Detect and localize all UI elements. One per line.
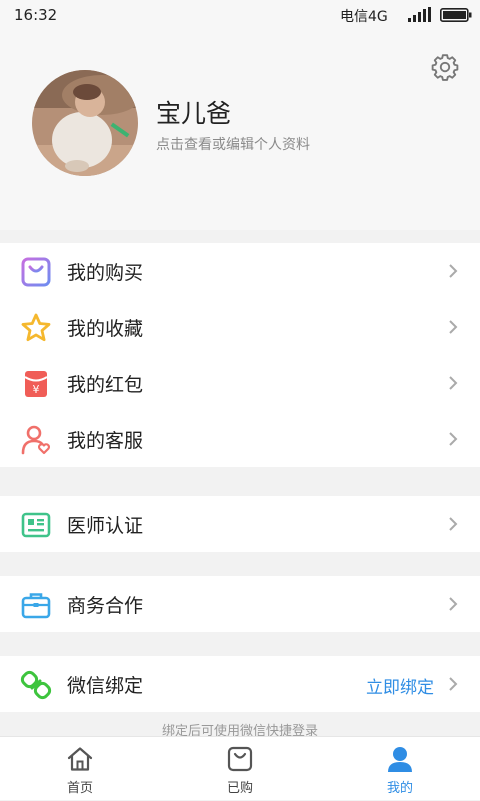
customer-service-icon [21, 425, 51, 455]
chevron-right-icon [449, 677, 458, 691]
menu-item-label: 微信绑定 [67, 675, 144, 697]
chevron-right-icon [449, 517, 458, 531]
footer-note: 绑定后可使用微信快捷登录 [161, 724, 318, 736]
menu-item-label: 我的红包 [67, 374, 144, 396]
menu-item-favorites[interactable]: 我的收藏 [0, 299, 480, 355]
id-card-icon [21, 512, 51, 538]
status-time: 16:32 [14, 6, 58, 24]
chevron-right-icon [449, 264, 458, 278]
battery-icon [440, 8, 472, 22]
menu-item-purchases[interactable]: 我的购买 [0, 243, 480, 299]
shopping-bag-icon [21, 257, 51, 287]
menu-item-red-packets[interactable]: ¥ 我的红包 [0, 355, 480, 411]
user-name[interactable]: 宝儿爸 [156, 94, 231, 130]
chevron-right-icon [449, 376, 458, 390]
home-icon [67, 747, 93, 771]
signal-icon [408, 7, 431, 22]
menu-group-business: 商务合作 [0, 576, 480, 632]
bag-icon [227, 746, 253, 772]
link-icon [20, 670, 52, 700]
menu-group-wechat: 微信绑定 立即绑定 [0, 656, 480, 712]
profile-header[interactable]: 宝儿爸 点击查看或编辑个人资料 [0, 30, 480, 230]
gear-icon[interactable] [430, 52, 460, 82]
menu-item-doctor-verification[interactable]: 医师认证 [0, 496, 480, 552]
chevron-right-icon [449, 597, 458, 611]
menu-item-label: 我的收藏 [67, 318, 144, 340]
menu-item-wechat-binding[interactable]: 微信绑定 立即绑定 [0, 656, 480, 712]
menu-item-business-cooperation[interactable]: 商务合作 [0, 576, 480, 632]
briefcase-icon [21, 593, 51, 619]
red-packet-icon: ¥ [24, 371, 48, 397]
avatar[interactable] [32, 70, 138, 176]
chevron-right-icon [449, 320, 458, 334]
tab-purchased[interactable]: 已购 [160, 737, 320, 801]
menu-item-label: 医师认证 [67, 515, 144, 537]
tab-label: 首页 [66, 781, 93, 796]
tab-home[interactable]: 首页 [0, 737, 160, 801]
menu-item-label: 我的客服 [67, 430, 144, 452]
status-bar: 16:32 电信4G [0, 0, 480, 30]
user-icon [388, 747, 412, 772]
menu-group-main: 我的购买 我的收藏 ¥ 我的红包 我的客服 [0, 243, 480, 467]
menu-item-label: 商务合作 [67, 595, 144, 617]
menu-item-customer-service[interactable]: 我的客服 [0, 411, 480, 467]
bottom-tab-bar: 首页 已购 我的 [0, 736, 480, 800]
svg-text:¥: ¥ [33, 383, 40, 396]
menu-item-label: 我的购买 [67, 262, 144, 284]
bind-now-link[interactable]: 立即绑定 [366, 673, 434, 698]
profile-subtitle[interactable]: 点击查看或编辑个人资料 [156, 134, 310, 154]
menu-group-doctor: 医师认证 [0, 496, 480, 552]
tab-mine[interactable]: 我的 [320, 737, 480, 801]
star-icon [21, 313, 51, 342]
tab-label: 我的 [386, 781, 413, 796]
chevron-right-icon [449, 432, 458, 446]
avatar-photo [32, 70, 138, 176]
tab-label: 已购 [226, 781, 253, 796]
status-carrier: 电信4G [340, 9, 388, 25]
